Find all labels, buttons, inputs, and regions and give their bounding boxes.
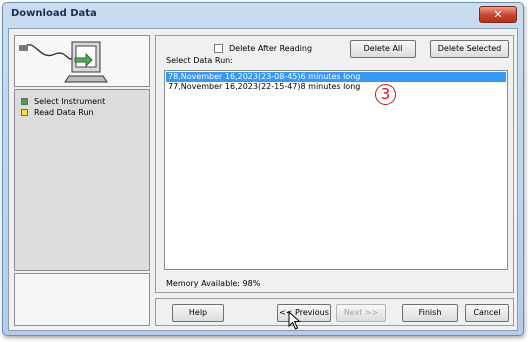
download-data-dialog: Download Data ✕ Select Instrument Read D… [2,2,524,336]
step-current-indicator [21,109,28,116]
delete-selected-button[interactable]: Delete Selected [430,40,509,58]
step-label: Read Data Run [34,108,94,117]
instrument-download-icon [19,41,108,83]
wizard-side-panel: Select Instrument Read Data Run [14,35,150,326]
window-title: Download Data [11,8,97,19]
delete-after-reading-checkbox[interactable]: Delete After Reading [214,44,312,53]
memory-available-label: Memory Available: 98% [166,279,261,288]
dialog-body: Select Instrument Read Data Run Delete A… [8,28,518,331]
checkbox-box[interactable] [214,44,223,53]
help-button[interactable]: Help [172,304,224,322]
wizard-content: Delete After Reading Delete All Delete S… [155,35,514,326]
previous-button[interactable]: << Previous [277,304,331,322]
delete-after-reading-label: Delete After Reading [229,44,313,53]
finish-button[interactable]: Finish [402,304,458,322]
cancel-button[interactable]: Cancel [465,304,509,322]
next-button[interactable]: Next >> [336,304,386,322]
step-select-instrument: Select Instrument [21,96,105,107]
title-bar: Download Data ✕ [3,3,523,27]
step-number-annotation: 3 [375,84,396,105]
step-complete-indicator [21,98,28,105]
select-data-run-label: Select Data Run: [166,56,233,65]
step-label: Select Instrument [34,97,106,106]
wizard-steps-list: Select Instrument Read Data Run [14,89,150,271]
data-run-listbox[interactable]: 78,November 16,2023(23-08-45)6 minutes l… [164,70,508,270]
delete-all-button[interactable]: Delete All [350,40,416,58]
step-read-data-run: Read Data Run [21,107,94,118]
list-item[interactable]: 78,November 16,2023(23-08-45)6 minutes l… [166,72,506,82]
side-panel-blank-area [14,273,150,326]
list-item[interactable]: 77,November 16,2023(22-15-47)8 minutes l… [166,82,506,92]
close-button[interactable]: ✕ [479,6,517,23]
wizard-footer: Help << Previous Next >> Finish Cancel [155,298,514,326]
download-illustration [14,35,150,87]
data-run-panel: Delete After Reading Delete All Delete S… [155,35,514,293]
mouse-pointer-icon [288,311,301,330]
